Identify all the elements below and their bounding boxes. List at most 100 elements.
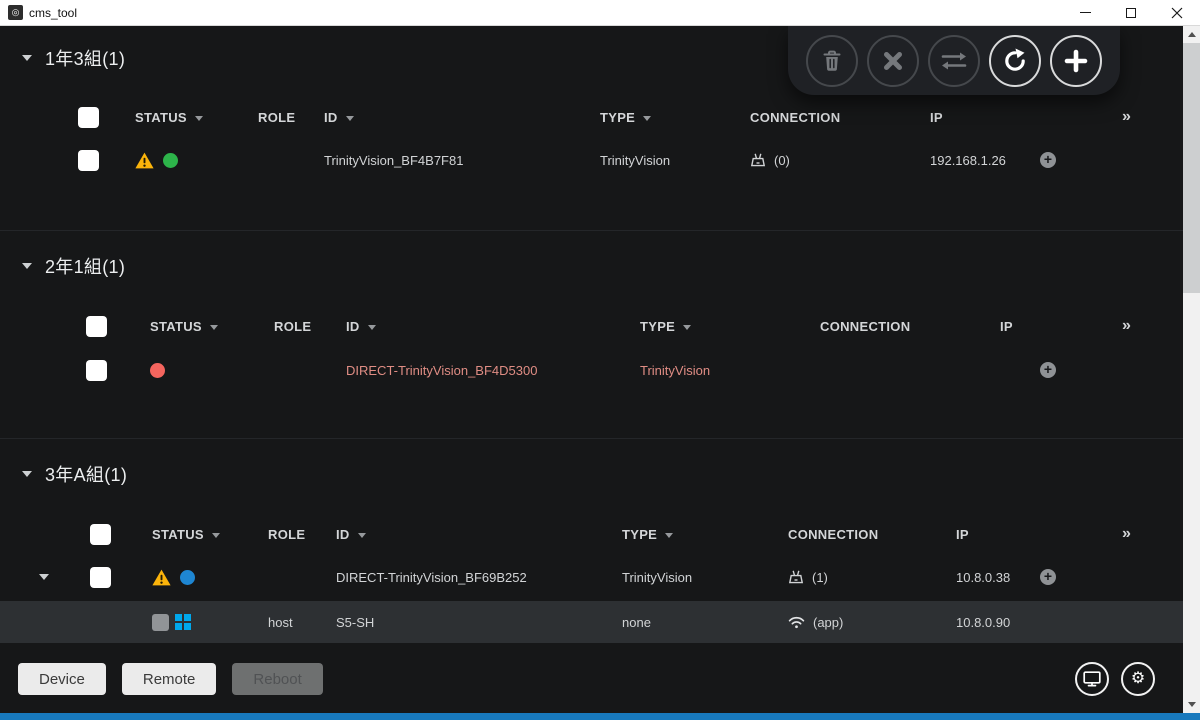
connection-count: (0) — [774, 152, 790, 168]
cell-type: TrinityVision — [600, 152, 671, 168]
refresh-button[interactable] — [989, 34, 1041, 87]
column-role: ROLE — [268, 526, 306, 542]
select-all-checkbox[interactable] — [86, 315, 107, 337]
column-id[interactable]: ID — [346, 319, 640, 334]
sort-caret-icon — [211, 532, 220, 538]
column-id[interactable]: ID — [336, 527, 622, 542]
cell-id: DIRECT-TrinityVision_BF69B252 — [336, 569, 527, 585]
group-title: 3年A組(1) — [45, 465, 128, 485]
router-icon — [750, 153, 766, 167]
select-all-checkbox[interactable] — [78, 106, 99, 128]
close-icon — [1171, 7, 1183, 18]
display-mode-button[interactable] — [1075, 662, 1109, 696]
window-title: cms_tool — [29, 5, 78, 20]
cell-id: TrinityVision_BF4B7F81 — [324, 152, 464, 168]
column-id[interactable]: ID — [324, 110, 600, 125]
cell-id: S5-SH — [336, 614, 375, 630]
column-status[interactable]: STATUS — [135, 110, 258, 125]
minimize-button[interactable] — [1062, 0, 1108, 25]
status-error-icon — [150, 362, 165, 378]
table-subrow[interactable]: host S5-SH none (app) 10.8.0.90 — [0, 601, 1183, 643]
minimize-icon — [1079, 12, 1091, 13]
cell-id: DIRECT-TrinityVision_BF4D5300 — [346, 362, 538, 378]
sort-caret-icon — [367, 324, 376, 330]
more-columns-button[interactable]: » — [1122, 317, 1183, 335]
add-device-button[interactable] — [1050, 34, 1102, 87]
window-controls — [1062, 0, 1200, 25]
expand-row-caret-icon[interactable] — [39, 574, 49, 580]
footer-bar: Device Remote Reboot ⚙ — [0, 655, 1183, 713]
group-title: 2年1組(1) — [45, 257, 126, 277]
close-button[interactable] — [1154, 0, 1200, 25]
table-row[interactable]: TrinityVision_BF4B7F81 TrinityVision (0)… — [0, 136, 1183, 184]
more-columns-button[interactable]: » — [1122, 108, 1183, 126]
action-toolbar — [788, 26, 1120, 95]
delete-button[interactable] — [806, 34, 858, 87]
status-online-icon — [163, 152, 178, 168]
column-connection: CONNECTION — [788, 526, 879, 542]
vertical-scrollbar[interactable] — [1183, 26, 1200, 713]
row-checkbox[interactable] — [78, 149, 99, 171]
connection-label: (app) — [813, 614, 844, 630]
table-row[interactable]: DIRECT-TrinityVision_BF4D5300 TrinityVis… — [0, 345, 1183, 395]
more-columns-button[interactable]: » — [1122, 525, 1183, 543]
sort-caret-icon — [683, 324, 692, 330]
column-type[interactable]: TYPE — [622, 527, 788, 542]
status-direct-icon — [180, 569, 195, 585]
main-content: 1年3組(1) STATUS ROLE ID TYPE CONNECTION I… — [0, 26, 1183, 713]
collapse-caret-icon — [22, 55, 32, 61]
scroll-down-button[interactable] — [1183, 696, 1200, 713]
add-connection-icon[interactable]: + — [1040, 362, 1056, 378]
table-row[interactable]: DIRECT-TrinityVision_BF69B252 TrinityVis… — [0, 553, 1183, 601]
select-all-checkbox[interactable] — [90, 523, 111, 545]
row-checkbox[interactable] — [90, 566, 111, 588]
add-connection-icon[interactable]: + — [1040, 152, 1056, 168]
wifi-icon — [788, 616, 805, 628]
cell-ip: 10.8.0.90 — [956, 614, 1011, 630]
remote-button[interactable]: Remote — [121, 663, 217, 695]
cell-role: host — [268, 614, 293, 630]
warning-icon — [135, 152, 154, 168]
cancel-icon — [884, 51, 902, 70]
warning-icon — [152, 569, 171, 585]
add-connection-icon[interactable]: + — [1040, 569, 1056, 585]
subrow-checkbox[interactable] — [152, 613, 169, 631]
maximize-button[interactable] — [1108, 0, 1154, 25]
cell-ip: 10.8.0.38 — [956, 569, 1011, 585]
device-button[interactable]: Device — [18, 663, 106, 695]
collapse-caret-icon — [22, 263, 32, 269]
cell-type: TrinityVision — [622, 569, 693, 585]
group-section-2: 2年1組(1) STATUS ROLE ID TYPE CONNECTION I… — [0, 231, 1183, 439]
router-icon — [788, 570, 804, 584]
transfer-button[interactable] — [928, 34, 980, 87]
refresh-icon — [1005, 48, 1025, 71]
collapse-caret-icon — [22, 471, 32, 477]
scroll-down-icon — [1187, 702, 1196, 707]
table-header: STATUS ROLE ID TYPE CONNECTION IP » — [0, 98, 1183, 136]
column-role: ROLE — [258, 109, 296, 125]
table-header: STATUS ROLE ID TYPE CONNECTION IP » — [0, 515, 1183, 553]
cell-type: TrinityVision — [640, 362, 711, 378]
group-header-2[interactable]: 2年1組(1) — [22, 252, 1183, 280]
sort-caret-icon — [209, 324, 218, 330]
column-status[interactable]: STATUS — [152, 527, 268, 542]
reboot-button[interactable]: Reboot — [232, 663, 323, 695]
column-type[interactable]: TYPE — [640, 319, 820, 334]
sort-caret-icon — [643, 115, 652, 121]
scroll-up-icon — [1187, 32, 1196, 37]
app-logo-icon: ◎ — [8, 5, 23, 20]
row-checkbox[interactable] — [86, 359, 107, 381]
scroll-up-button[interactable] — [1183, 26, 1200, 43]
gear-icon: ⚙ — [1130, 670, 1146, 687]
column-status[interactable]: STATUS — [150, 319, 274, 334]
group-header-3[interactable]: 3年A組(1) — [22, 460, 1183, 488]
transfer-icon — [941, 52, 967, 69]
settings-button[interactable]: ⚙ — [1121, 662, 1155, 696]
group-section-3: 3年A組(1) STATUS ROLE ID TYPE CONNECTION I… — [0, 439, 1183, 643]
column-role: ROLE — [274, 318, 312, 334]
cell-type: none — [622, 614, 651, 630]
column-type[interactable]: TYPE — [600, 110, 750, 125]
table-header: STATUS ROLE ID TYPE CONNECTION IP » — [0, 307, 1183, 345]
disconnect-button[interactable] — [867, 34, 919, 87]
scrollbar-thumb[interactable] — [1183, 43, 1200, 293]
